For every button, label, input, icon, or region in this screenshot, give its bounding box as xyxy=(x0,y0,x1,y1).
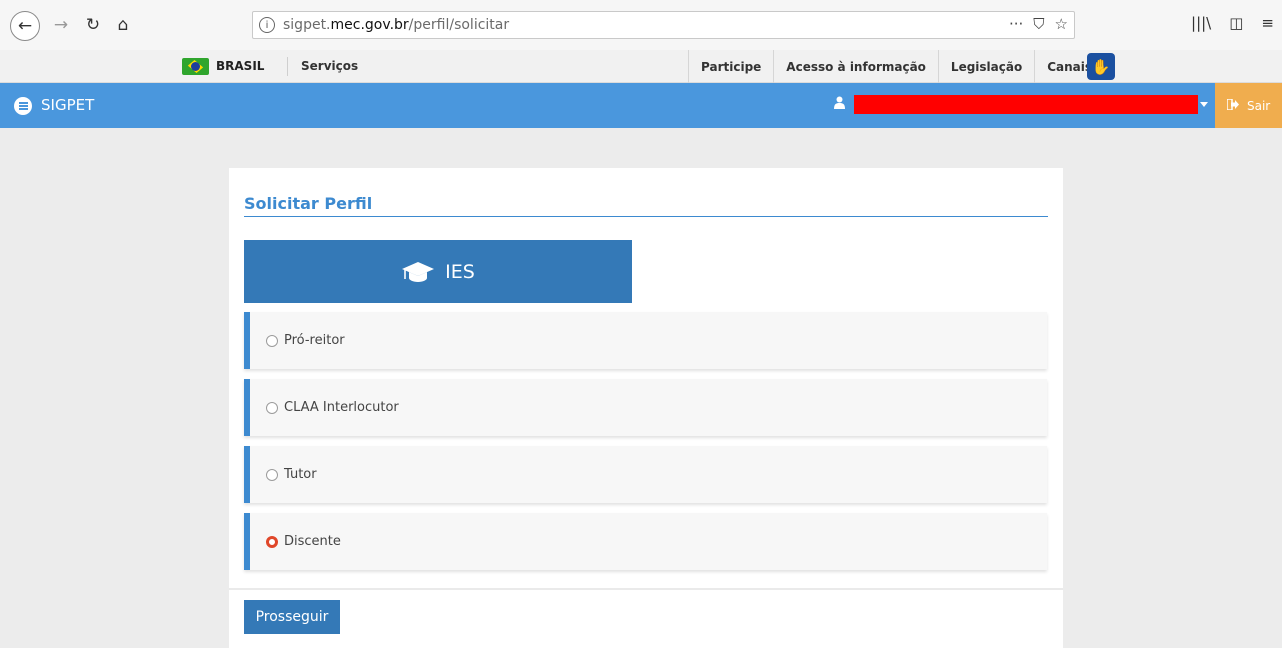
option-label: Discente xyxy=(284,534,341,549)
option-discente[interactable]: Discente xyxy=(244,513,1047,570)
reload-button[interactable]: ↻ xyxy=(80,12,106,38)
sidebar-toggle-icon[interactable]: ◫ xyxy=(1229,14,1243,32)
option-tutor[interactable]: Tutor xyxy=(244,446,1047,503)
url-host: mec.gov.br xyxy=(330,17,409,33)
hamburger-menu-icon[interactable] xyxy=(14,97,32,115)
browser-toolbar: ← → ↻ ⌂ i sigpet. mec.gov.br/perfil/solic… xyxy=(0,0,1282,50)
browser-menu-icon[interactable]: ≡ xyxy=(1261,14,1274,32)
gov-link-participe[interactable]: Participe xyxy=(688,50,773,83)
reload-icon: ↻ xyxy=(85,14,101,35)
url-path: /perfil/solicitar xyxy=(408,17,510,33)
caret-down-icon[interactable] xyxy=(1200,102,1208,107)
address-bar[interactable]: i sigpet. mec.gov.br/perfil/solicitar ···… xyxy=(252,11,1075,39)
user-name-redacted[interactable] xyxy=(854,95,1198,114)
solicitar-perfil-card: Solicitar Perfil IES Pró-reitor CLAA Int… xyxy=(229,168,1063,648)
pocket-icon[interactable]: ⛉ xyxy=(1033,15,1044,33)
vlibras-accessibility-icon[interactable]: ✋ xyxy=(1087,53,1115,80)
gov-brasil-link[interactable]: BRASIL xyxy=(216,59,264,73)
prosseguir-button[interactable]: Prosseguir xyxy=(244,600,340,634)
back-button[interactable]: ← xyxy=(10,11,40,41)
gov-link-acesso[interactable]: Acesso à informação xyxy=(773,50,938,83)
option-claa-interlocutor[interactable]: CLAA Interlocutor xyxy=(244,379,1047,436)
ies-label: IES xyxy=(445,260,475,283)
gov-barra: BRASIL Serviços Participe Acesso à infor… xyxy=(0,50,1282,83)
option-pro-reitor[interactable]: Pró-reitor xyxy=(244,312,1047,369)
gov-links: Participe Acesso à informação Legislação… xyxy=(688,50,1104,83)
app-header: SIGPET Sair xyxy=(0,83,1282,128)
option-label: CLAA Interlocutor xyxy=(284,400,399,415)
ies-section-header: IES xyxy=(244,240,632,303)
arrow-left-icon: ← xyxy=(17,15,33,36)
home-icon: ⌂ xyxy=(117,14,129,35)
sign-out-icon xyxy=(1226,97,1239,113)
page-title: Solicitar Perfil xyxy=(244,194,373,213)
divider xyxy=(229,588,1063,590)
graduation-cap-icon xyxy=(401,261,435,283)
home-button[interactable]: ⌂ xyxy=(110,12,136,38)
radio-claa-interlocutor[interactable] xyxy=(266,401,278,414)
forward-button[interactable]: → xyxy=(48,12,74,38)
radio-discente-selected[interactable] xyxy=(266,535,278,548)
option-label: Pró-reitor xyxy=(284,333,345,348)
gov-servicos-link[interactable]: Serviços xyxy=(301,59,358,73)
logout-label: Sair xyxy=(1247,98,1271,113)
bookmark-star-icon[interactable]: ☆ xyxy=(1055,15,1068,33)
logout-button[interactable]: Sair xyxy=(1215,83,1282,128)
info-icon[interactable]: i xyxy=(259,17,275,33)
radio-tutor[interactable] xyxy=(266,468,278,481)
app-title[interactable]: SIGPET xyxy=(41,96,94,114)
arrow-right-icon: → xyxy=(53,14,69,35)
gov-link-legislacao[interactable]: Legislação xyxy=(937,50,1034,83)
title-underline xyxy=(244,216,1048,217)
library-icon[interactable]: |||\ xyxy=(1191,14,1211,32)
user-icon xyxy=(834,96,845,113)
divider xyxy=(287,57,288,76)
more-actions-icon[interactable]: ··· xyxy=(1009,15,1023,33)
radio-pro-reitor[interactable] xyxy=(266,334,278,347)
brazil-flag-icon xyxy=(182,58,209,75)
option-label: Tutor xyxy=(284,467,317,482)
url-prefix: sigpet. xyxy=(283,17,331,33)
